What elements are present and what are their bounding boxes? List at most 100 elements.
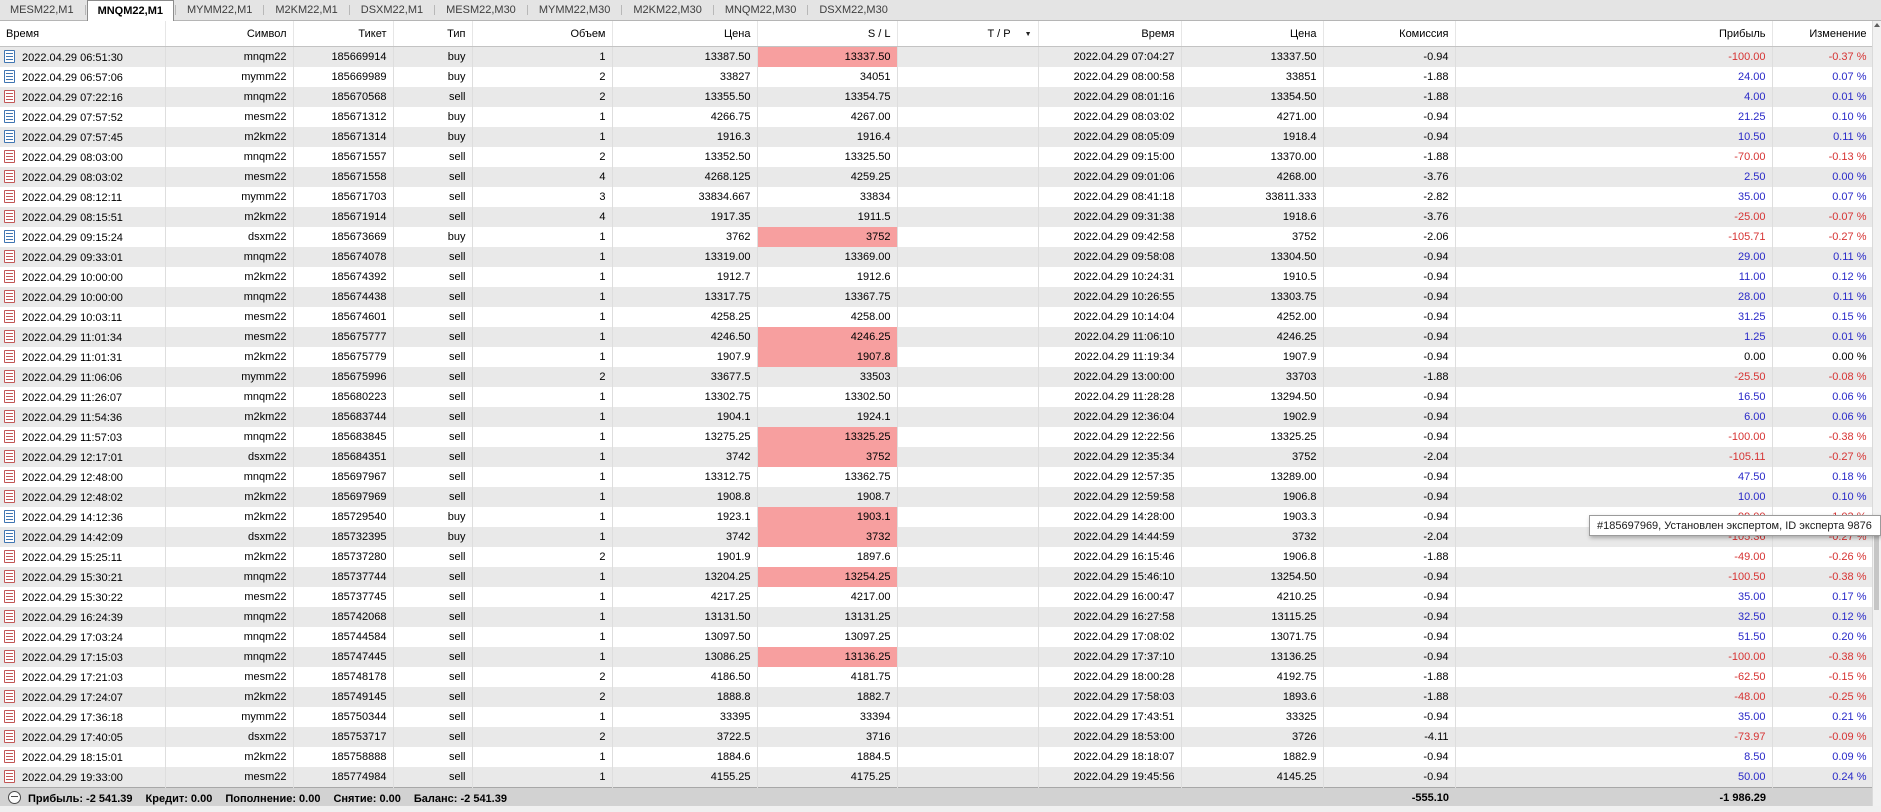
tab-separator xyxy=(434,5,436,15)
tab-mymm22-m1[interactable]: MYMM22,M1 xyxy=(177,0,262,20)
table-row[interactable]: 2022.04.29 09:15:24 dsxm22 185673669 buy 1 37… xyxy=(0,227,1874,247)
sell-trade-icon xyxy=(4,370,15,383)
column-header-tp[interactable]: T / P ▼ xyxy=(897,21,1039,47)
open-time-text: 2022.04.29 12:48:00 xyxy=(22,472,123,484)
column-header-time-close[interactable]: Время xyxy=(1038,21,1182,47)
tab-separator xyxy=(84,5,86,15)
table-row[interactable]: 2022.04.29 12:17:01 dsxm22 185684351 sell 1 3… xyxy=(0,447,1874,467)
table-row[interactable]: 2022.04.29 17:03:24 mnqm22 185744584 sell 1 1… xyxy=(0,627,1874,647)
column-header-sl[interactable]: S / L xyxy=(757,21,898,47)
table-row[interactable]: 2022.04.29 10:00:00 m2km22 185674392 sell 1 1… xyxy=(0,267,1874,287)
table-row[interactable]: 2022.04.29 12:48:02 m2km22 185697969 sell 1 1… xyxy=(0,487,1874,507)
symbol: m2km22 xyxy=(165,687,294,707)
tab-mymm22-m30[interactable]: MYMM22,M30 xyxy=(529,0,621,20)
table-row[interactable]: 2022.04.29 10:00:00 mnqm22 185674438 sell 1 1… xyxy=(0,287,1874,307)
table-row[interactable]: 2022.04.29 17:36:18 mymm22 185750344 sell 1 3… xyxy=(0,707,1874,727)
table-row[interactable]: 2022.04.29 19:33:00 mesm22 185774984 sell 1 4… xyxy=(0,767,1874,788)
symbol: m2km22 xyxy=(165,507,294,527)
column-header-type[interactable]: Тип xyxy=(393,21,473,47)
table-row[interactable]: 2022.04.29 08:03:00 mnqm22 185671557 sell 2 1… xyxy=(0,147,1874,167)
table-row[interactable]: 2022.04.29 16:24:39 mnqm22 185742068 sell 1 1… xyxy=(0,607,1874,627)
tab-mesm22-m30[interactable]: MESM22,M30 xyxy=(436,0,526,20)
open-time-text: 2022.04.29 09:15:24 xyxy=(22,232,123,244)
table-row[interactable]: 2022.04.29 11:01:34 mesm22 185675777 sell 1 4… xyxy=(0,327,1874,347)
open-price: 4258.25 xyxy=(612,307,758,327)
table-row[interactable]: 2022.04.29 07:57:45 m2km22 185671314 buy 1 19… xyxy=(0,127,1874,147)
table-row[interactable]: 2022.04.29 11:06:06 mymm22 185675996 sell 2 3… xyxy=(0,367,1874,387)
open-price: 13317.75 xyxy=(612,287,758,307)
table-row[interactable]: 2022.04.29 15:30:22 mesm22 185737745 sell 1 4… xyxy=(0,587,1874,607)
volume: 1 xyxy=(472,307,613,327)
table-row[interactable]: 2022.04.29 10:03:11 mesm22 185674601 sell 1 4… xyxy=(0,307,1874,327)
column-header-change[interactable]: Изменение xyxy=(1772,21,1874,47)
open-price: 13387.50 xyxy=(612,46,758,67)
table-row[interactable]: 2022.04.29 11:26:07 mnqm22 185680223 sell 1 1… xyxy=(0,387,1874,407)
table-row[interactable]: 2022.04.29 06:57:06 mymm22 185669989 buy 2 33… xyxy=(0,67,1874,87)
open-time-text: 2022.04.29 10:03:11 xyxy=(22,312,123,324)
open-time-text: 2022.04.29 12:17:01 xyxy=(22,452,123,464)
close-time: 2022.04.29 09:42:58 xyxy=(1038,227,1182,247)
table-row[interactable]: 2022.04.29 09:33:01 mnqm22 185674078 sell 1 1… xyxy=(0,247,1874,267)
symbol: mnqm22 xyxy=(165,607,294,627)
column-header-price-open[interactable]: Цена xyxy=(612,21,758,47)
table-row[interactable]: 2022.04.29 15:25:11 m2km22 185737280 sell 2 1… xyxy=(0,547,1874,567)
volume: 2 xyxy=(472,147,613,167)
stop-loss: 13302.50 xyxy=(757,387,898,407)
change-percent: 0.24 % xyxy=(1772,767,1874,788)
profit: -49.00 xyxy=(1455,547,1773,567)
open-time: 2022.04.29 07:22:16 xyxy=(0,87,166,107)
table-row[interactable]: 2022.04.29 08:15:51 m2km22 185671914 sell 4 1… xyxy=(0,207,1874,227)
tab-mesm22-m1[interactable]: MESM22,M1 xyxy=(0,0,84,20)
table-row[interactable]: 2022.04.29 18:15:01 m2km22 185758888 sell 1 1… xyxy=(0,747,1874,767)
stop-loss: 1884.5 xyxy=(757,747,898,767)
table-row[interactable]: 2022.04.29 17:21:03 mesm22 185748178 sell 2 4… xyxy=(0,667,1874,687)
column-header-price-close[interactable]: Цена xyxy=(1181,21,1324,47)
open-price: 4268.125 xyxy=(612,167,758,187)
take-profit xyxy=(897,647,1039,667)
table-row[interactable]: 2022.04.29 06:51:30 mnqm22 185669914 buy 1 13… xyxy=(0,46,1874,67)
table-row[interactable]: 2022.04.29 11:54:36 m2km22 185683744 sell 1 1… xyxy=(0,407,1874,427)
tab-m2km22-m1[interactable]: M2KM22,M1 xyxy=(265,0,347,20)
scrollbar-up-arrow-icon[interactable] xyxy=(1874,23,1880,27)
table-row[interactable]: 2022.04.29 15:30:21 mnqm22 185737744 sell 1 1… xyxy=(0,567,1874,587)
open-time-text: 2022.04.29 11:01:34 xyxy=(22,332,123,344)
profit: 35.00 xyxy=(1455,587,1773,607)
column-header-time-open[interactable]: Время xyxy=(0,21,166,47)
column-header-symbol[interactable]: Символ xyxy=(165,21,294,47)
scrollbar-thumb[interactable] xyxy=(1874,525,1879,610)
table-row[interactable]: 2022.04.29 17:15:03 mnqm22 185747445 sell 1 1… xyxy=(0,647,1874,667)
column-header-ticket[interactable]: Тикет xyxy=(293,21,394,47)
collapse-minus-icon[interactable] xyxy=(8,790,21,804)
table-row[interactable]: 2022.04.29 08:03:02 mesm22 185671558 sell 4 4… xyxy=(0,167,1874,187)
vertical-scrollbar[interactable] xyxy=(1872,20,1881,806)
table-row[interactable]: 2022.04.29 08:12:11 mymm22 185671703 sell 3 3… xyxy=(0,187,1874,207)
symbol: mymm22 xyxy=(165,367,294,387)
trade-type: buy xyxy=(393,527,473,547)
profit: -62.50 xyxy=(1455,667,1773,687)
table-row[interactable]: 2022.04.29 07:57:52 mesm22 185671312 buy 1 42… xyxy=(0,107,1874,127)
totals-row: Прибыль: -2 541.39 Кредит: 0.00 Пополнение… xyxy=(0,787,1873,807)
tab-m2km22-m30[interactable]: M2KM22,M30 xyxy=(623,0,711,20)
open-price: 1901.9 xyxy=(612,547,758,567)
tab-mnqm22-m30[interactable]: MNQM22,M30 xyxy=(715,0,807,20)
table-row[interactable]: 2022.04.29 17:40:05 dsxm22 185753717 sell 2 3… xyxy=(0,727,1874,747)
chevron-down-icon[interactable]: ▼ xyxy=(1025,31,1032,38)
table-row[interactable]: 2022.04.29 11:57:03 mnqm22 185683845 sell 1 1… xyxy=(0,427,1874,447)
column-header-commission[interactable]: Комиссия xyxy=(1323,21,1456,47)
tab-dsxm22-m30[interactable]: DSXM22,M30 xyxy=(809,0,897,20)
open-price: 1888.8 xyxy=(612,687,758,707)
column-header-volume[interactable]: Объем xyxy=(472,21,613,47)
tab-mnqm22-m1[interactable]: MNQM22,M1 xyxy=(86,0,174,21)
open-time: 2022.04.29 12:48:02 xyxy=(0,487,166,507)
table-row[interactable]: 2022.04.29 11:01:31 m2km22 185675779 sell 1 1… xyxy=(0,347,1874,367)
tab-separator xyxy=(621,5,623,15)
table-row[interactable]: 2022.04.29 17:24:07 m2km22 185749145 sell 2 1… xyxy=(0,687,1874,707)
table-row[interactable]: 2022.04.29 12:48:00 mnqm22 185697967 sell 1 1… xyxy=(0,467,1874,487)
column-header-profit[interactable]: Прибыль xyxy=(1455,21,1773,47)
take-profit xyxy=(897,167,1039,187)
symbol: mesm22 xyxy=(165,167,294,187)
table-row[interactable]: 2022.04.29 07:22:16 mnqm22 185670568 sell 2 1… xyxy=(0,87,1874,107)
close-price: 4192.75 xyxy=(1181,667,1324,687)
tab-dsxm22-m1[interactable]: DSXM22,M1 xyxy=(351,0,433,20)
symbol: mesm22 xyxy=(165,107,294,127)
